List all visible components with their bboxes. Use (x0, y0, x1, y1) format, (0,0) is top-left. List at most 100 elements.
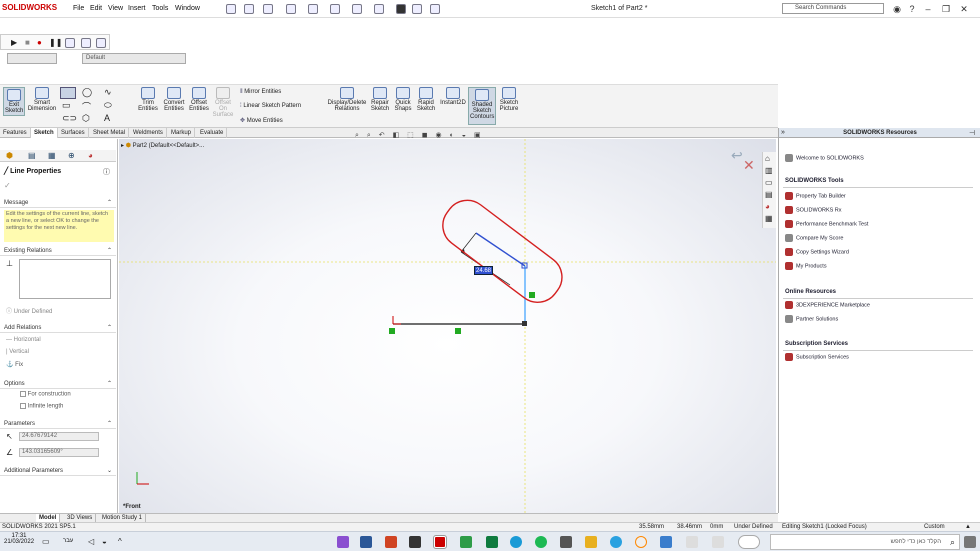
edge-icon[interactable] (510, 536, 522, 548)
language-indicator[interactable]: עבר (63, 538, 73, 544)
horizontal-relation-icon[interactable] (455, 328, 461, 334)
smart-dimension-button[interactable]: Smart Dimension (27, 87, 57, 112)
print-icon[interactable] (308, 4, 318, 14)
rebuild-icon[interactable] (374, 4, 384, 14)
cortana-icon[interactable] (738, 535, 760, 549)
file-properties-icon[interactable] (396, 4, 406, 14)
home-icon[interactable] (226, 4, 236, 14)
display-manager-icon[interactable]: ◕ (88, 151, 93, 160)
tab-weldments[interactable]: Weldments (130, 128, 167, 138)
sketch-line-selected[interactable] (475, 232, 526, 267)
length-field[interactable]: 24.67679142 (19, 432, 99, 441)
previous-view-icon[interactable]: ↶ (379, 132, 385, 139)
new-document-icon[interactable] (244, 4, 254, 14)
corner-point[interactable] (522, 321, 527, 326)
scene-icon[interactable]: ◒ (462, 132, 466, 139)
section-view-icon[interactable]: ◧ (393, 132, 400, 139)
mail-icon[interactable] (660, 536, 672, 548)
graphics-viewport[interactable]: ▸ ⬢ Part2 (Default<<Default>... ⌕ ⌕ ↶ ◧ … (119, 132, 776, 513)
repair-sketch-button[interactable]: Repair Sketch (369, 87, 391, 112)
exit-sketch-button[interactable]: Exit Sketch (3, 87, 25, 116)
relation-horizontal[interactable]: — Horizontal (6, 337, 41, 343)
add-relations-header[interactable]: Add Relations ⌃ (0, 324, 116, 333)
options-icon[interactable] (412, 4, 422, 14)
arc-tool-icon[interactable]: ⌒ (82, 100, 91, 113)
rapid-sketch-button[interactable]: Rapid Sketch (415, 87, 437, 112)
vertical-relation-icon[interactable] (529, 292, 535, 298)
menu-insert[interactable]: Insert (128, 5, 146, 12)
widgets-icon[interactable] (712, 536, 724, 548)
tab-evaluate[interactable]: Evaluate (197, 128, 228, 138)
save-icon[interactable] (286, 4, 296, 14)
property-tab-builder-link[interactable]: Property Tab Builder (785, 192, 846, 200)
existing-relations-header[interactable]: Existing Relations ⌃ (0, 247, 116, 256)
partner-solutions-link[interactable]: Partner Solutions (785, 315, 838, 323)
tab-sheet-metal[interactable]: Sheet Metal (90, 128, 130, 138)
restore-icon[interactable]: ❐ (940, 3, 952, 15)
for-construction-checkbox[interactable]: For construction (20, 391, 71, 398)
convert-entities-button[interactable]: Convert Entities (162, 87, 186, 112)
file-explorer-taskbar-icon[interactable] (585, 536, 597, 548)
menu-tools[interactable]: Tools (152, 5, 168, 12)
display-style-icon[interactable]: ◼ (422, 132, 428, 139)
view-palette-icon[interactable]: ▤ (765, 190, 773, 199)
existing-relations-list[interactable] (19, 259, 111, 299)
view-settings-icon[interactable]: ▣ (474, 132, 481, 139)
instant2d-button[interactable]: Instant2D (439, 87, 467, 106)
marketplace-link[interactable]: 3DEXPERIENCE Marketplace (785, 301, 870, 309)
options-header[interactable]: Options ⌃ (0, 380, 116, 389)
ok-check-icon[interactable]: ✓ (4, 181, 11, 190)
slot-tool-icon[interactable]: ⊂⊃ (62, 113, 77, 124)
minimize-icon[interactable]: – (922, 3, 934, 15)
tab-features[interactable]: Features (0, 128, 31, 138)
property-manager-icon[interactable]: ▤ (28, 151, 36, 160)
mirror-entities-button[interactable]: ⫴ Mirror Entities (240, 89, 281, 96)
menu-file[interactable]: File (73, 5, 84, 12)
macro-options-icon[interactable] (96, 38, 106, 48)
copy-settings-link[interactable]: Copy Settings Wizard (785, 248, 849, 256)
dimension-value-box[interactable]: 24.68 (474, 266, 493, 275)
record-icon[interactable]: ● (37, 38, 42, 47)
play-icon[interactable]: ▶ (11, 38, 17, 47)
dimxpert-icon[interactable]: ⊕ (68, 151, 75, 160)
tray-chevron-icon[interactable]: ^ (118, 537, 122, 546)
edit-macro-icon[interactable] (81, 38, 91, 48)
excel-icon[interactable] (486, 536, 498, 548)
shaded-sketch-contours-button[interactable]: Shaded Sketch Contours (468, 87, 496, 125)
linear-sketch-pattern-button[interactable]: ⁞ Linear Sketch Pattern (240, 103, 301, 109)
layer-combo[interactable] (7, 53, 57, 64)
start-icon[interactable] (964, 536, 976, 548)
infinite-length-checkbox[interactable]: Infinite length (20, 403, 63, 410)
rectangle-tool-icon[interactable]: ▭ (62, 100, 71, 111)
expand-pane-icon[interactable]: » (781, 129, 785, 136)
telegram-icon[interactable] (610, 536, 622, 548)
undo-icon[interactable] (330, 4, 340, 14)
circle-tool-icon[interactable]: ◯ (82, 87, 92, 98)
clock[interactable]: 17:31 21/03/2022 (4, 533, 34, 545)
parameters-header[interactable]: Parameters ⌃ (0, 420, 116, 429)
resources-home-icon[interactable]: ⌂ (765, 154, 770, 163)
zoom-to-fit-icon[interactable]: ⌕ (355, 132, 359, 139)
search-commands-input[interactable]: Search Commands (782, 3, 884, 14)
custom-properties-icon[interactable]: ▦ (765, 214, 773, 223)
hide-show-icon[interactable]: ◉ (436, 132, 442, 139)
additional-parameters-header[interactable]: Additional Parameters ⌄ (0, 467, 116, 476)
relation-fix[interactable]: ⚓ Fix (6, 361, 23, 368)
trim-entities-button[interactable]: Trim Entities (136, 87, 160, 112)
tab-surfaces[interactable]: Surfaces (58, 128, 89, 138)
store-icon[interactable] (560, 536, 572, 548)
view-orientation-icon[interactable]: ⬚ (407, 132, 414, 139)
network-icon[interactable]: ◒ (102, 537, 107, 546)
appearances-icon[interactable]: ◕ (765, 202, 770, 211)
welcome-link[interactable]: Welcome to SOLIDWORKS (785, 154, 864, 162)
gear-icon[interactable] (430, 4, 440, 14)
configuration-manager-icon[interactable]: ▦ (48, 151, 56, 160)
sketch-picture-button[interactable]: Sketch Picture (498, 87, 520, 112)
config-combo[interactable]: Default (82, 53, 186, 64)
origin-fix-icon[interactable] (389, 328, 395, 334)
move-entities-button[interactable]: ✥ Move Entities (240, 117, 283, 124)
benchmark-link[interactable]: Performance Benchmark Test (785, 220, 868, 228)
tab-markup[interactable]: Markup (168, 128, 196, 138)
file-explorer-icon[interactable]: ▭ (765, 178, 773, 187)
menu-window[interactable]: Window (175, 5, 200, 12)
